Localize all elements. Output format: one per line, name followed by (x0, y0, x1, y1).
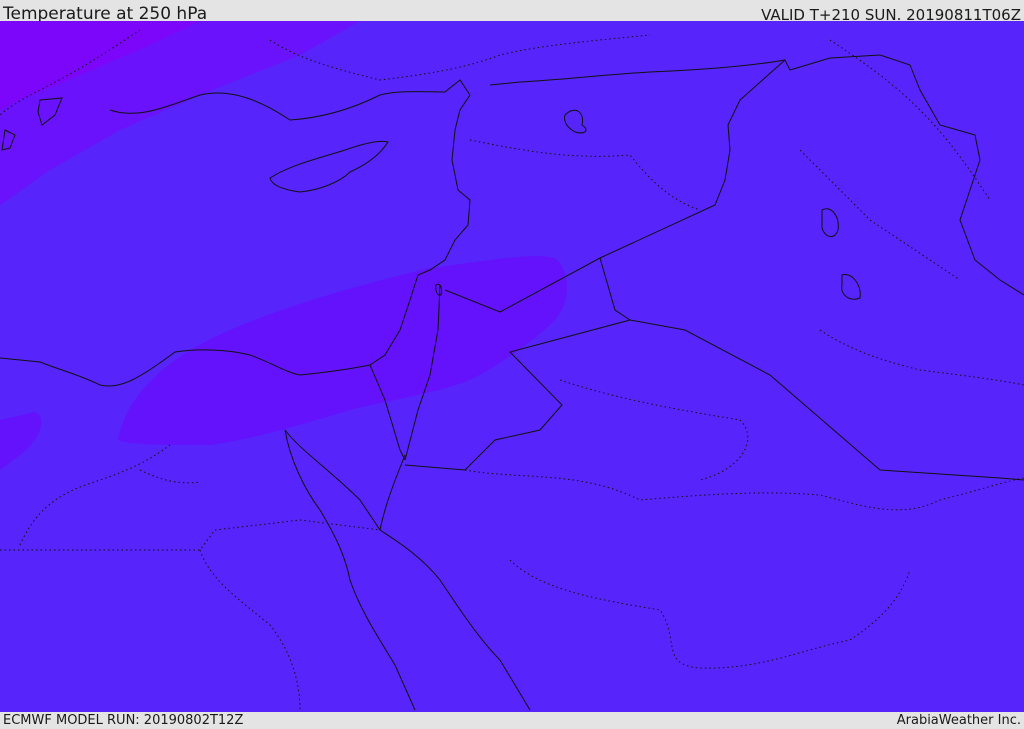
credit-text: ArabiaWeather Inc. (896, 713, 1021, 728)
model-run: ECMWF MODEL RUN: 20190802T12Z (3, 713, 244, 728)
footer-bar: ECMWF MODEL RUN: 20190802T12Z ArabiaWeat… (0, 712, 1024, 729)
temperature-field (0, 21, 1024, 712)
header-bar: Temperature at 250 hPa VALID T+210 SUN. … (0, 0, 1024, 24)
weather-map[interactable] (0, 21, 1024, 712)
